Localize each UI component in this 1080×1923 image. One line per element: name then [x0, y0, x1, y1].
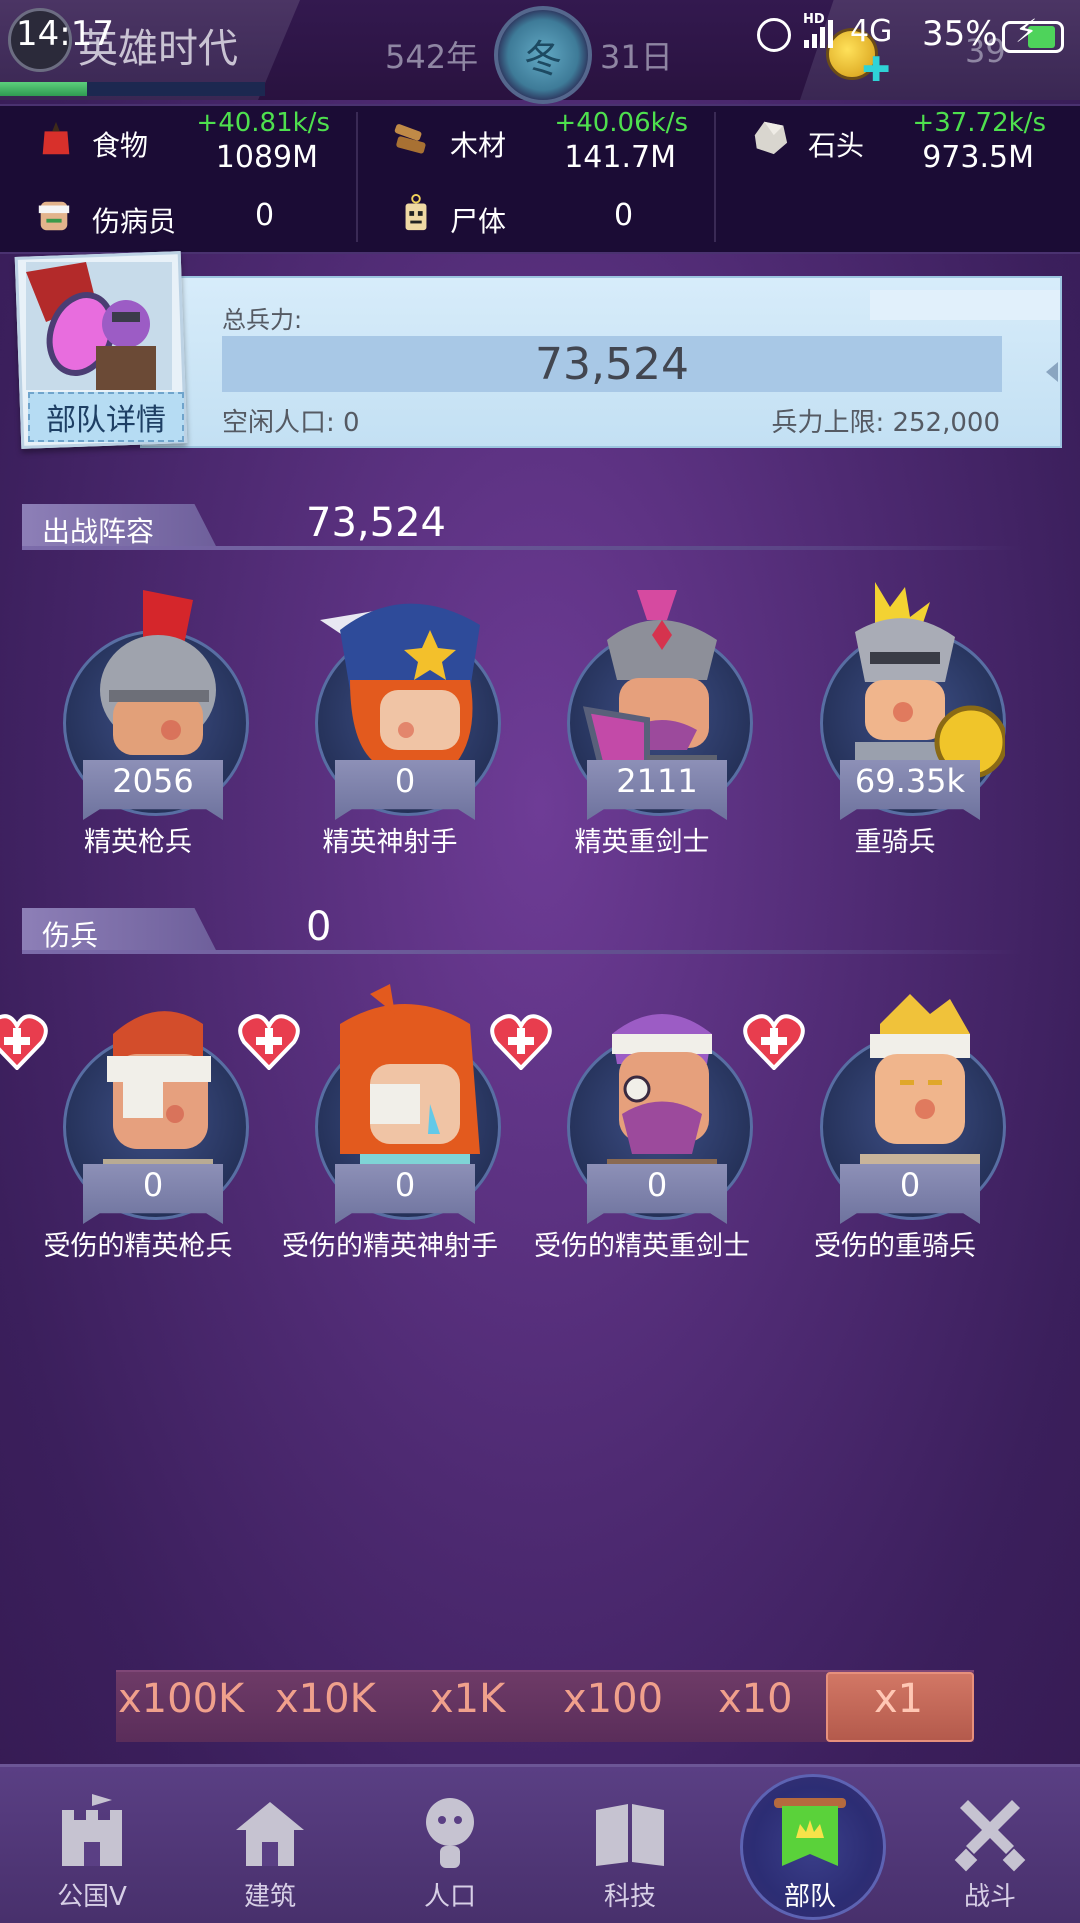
divider: [356, 112, 358, 242]
crossed-swords-icon: [954, 1800, 1026, 1872]
wounded-label: 伤病员: [92, 205, 177, 238]
unit-name: 受伤的精英神射手: [282, 1231, 498, 1262]
banner-icon: [774, 1798, 846, 1866]
nav-label: 战斗: [963, 1882, 1016, 1912]
corpse-value: 0: [614, 198, 634, 233]
deployed-value: 73,524: [306, 500, 446, 546]
unit-card-elite-spearman[interactable]: 2056 精英枪兵: [18, 590, 258, 900]
bandaged-face-icon: [38, 201, 70, 231]
house-icon: [236, 1802, 304, 1866]
multiplier-x1-button[interactable]: x1: [874, 1676, 923, 1722]
section-divider: [22, 546, 1022, 550]
status-time: 14:17: [16, 14, 114, 54]
season-label: 冬: [523, 36, 562, 81]
unit-name: 受伤的重骑兵: [814, 1231, 976, 1262]
idle-population: 空闲人口: 0: [222, 408, 360, 438]
network-type: 4G: [850, 14, 893, 49]
stone-value: 973.5M: [922, 140, 1034, 175]
heal-heart-icon[interactable]: [0, 1014, 48, 1070]
unit-card-elite-marksman[interactable]: 0 精英神射手: [270, 600, 510, 900]
multiplier-x10-button[interactable]: x10: [718, 1676, 793, 1722]
unit-card-heavy-cavalry[interactable]: 69.35k 重骑兵: [775, 582, 1015, 900]
year-label: 542年: [385, 38, 479, 76]
unit-card-wounded-marksman[interactable]: 0 受伤的精英神射手: [238, 984, 510, 1304]
heal-heart-icon[interactable]: [490, 1014, 552, 1070]
nav-battle[interactable]: 战斗: [900, 1764, 1080, 1920]
unit-card-wounded-spearman[interactable]: 0 受伤的精英枪兵: [0, 1004, 258, 1304]
nav-label: 人口: [423, 1882, 476, 1912]
total-troops-value: 73,524: [222, 336, 1002, 392]
multiplier-x1k-button[interactable]: x1K: [430, 1676, 505, 1722]
heal-heart-icon[interactable]: [238, 1014, 300, 1070]
nav-label: 部队: [783, 1882, 836, 1912]
corpse-label: 尸体: [450, 205, 507, 238]
alarm-icon: [757, 18, 791, 52]
wounded-title: 伤兵: [42, 919, 99, 952]
food-rate: +40.81k/s: [196, 108, 330, 138]
unit-card-elite-greatsword[interactable]: 2111 精英重剑士: [522, 590, 762, 900]
add-coin-icon[interactable]: ✚: [862, 50, 891, 90]
food-value: 1089M: [215, 140, 318, 175]
unit-name: 受伤的精英重剑士: [534, 1231, 750, 1262]
nav-troops[interactable]: 部队: [720, 1764, 900, 1920]
unit-name: 精英神射手: [322, 827, 458, 858]
stone-rate: +37.72k/s: [912, 108, 1046, 138]
total-troops-label: 总兵力:: [222, 306, 303, 334]
card-decoration: [870, 290, 1060, 320]
card-arrow-icon: [1046, 362, 1058, 382]
wounded-value: 0: [306, 904, 332, 950]
unit-name: 重骑兵: [854, 827, 936, 858]
nav-label: 科技: [603, 1882, 656, 1912]
xp-bar-fill: [0, 82, 88, 96]
unit-card-wounded-cavalry[interactable]: 0 受伤的重骑兵: [743, 994, 1015, 1304]
charging-icon: ⚡: [1015, 12, 1038, 50]
book-icon: [596, 1804, 664, 1866]
troop-limit: 兵力上限: 252,000: [771, 408, 1000, 438]
section-divider: [22, 950, 1022, 954]
person-icon: [426, 1798, 474, 1868]
unit-name: 受伤的精英枪兵: [43, 1231, 233, 1262]
battery-percent: 35%: [922, 14, 998, 54]
wounded-value: 0: [255, 198, 275, 233]
unit-card-wounded-greatsword[interactable]: 0 受伤的精英重剑士: [490, 1004, 762, 1304]
day-label: 31日: [600, 38, 673, 76]
apple-icon: [42, 121, 70, 155]
nav-population[interactable]: 人口: [360, 1764, 540, 1920]
hd-indicator: HD: [803, 12, 825, 27]
warrior-avatar-icon[interactable]: [26, 262, 172, 390]
divider: [714, 112, 716, 242]
season-badge[interactable]: 冬: [494, 6, 592, 104]
wood-value: 141.7M: [564, 140, 676, 175]
deployed-title: 出战阵容: [42, 515, 155, 548]
castle-icon: [62, 1794, 122, 1866]
multiplier-x10k-button[interactable]: x10K: [275, 1676, 376, 1722]
nav-technology[interactable]: 科技: [540, 1764, 720, 1920]
wood-rate: +40.06k/s: [554, 108, 688, 138]
unit-name: 精英重剑士: [574, 827, 710, 858]
multiplier-x100k-button[interactable]: x100K: [118, 1676, 244, 1722]
army-details-button[interactable]: 部队详情: [28, 392, 184, 442]
nav-buildings[interactable]: 建筑: [180, 1764, 360, 1920]
multiplier-x100-button[interactable]: x100: [563, 1676, 663, 1722]
wood-icon: [394, 124, 426, 154]
heal-heart-icon[interactable]: [743, 1014, 805, 1070]
nav-label: 建筑: [243, 1882, 296, 1912]
zombie-icon: [405, 194, 427, 231]
stone-icon: [754, 121, 788, 155]
nav-label: 公国V: [57, 1882, 127, 1912]
nav-principality[interactable]: 公国V: [2, 1764, 182, 1920]
unit-name: 精英枪兵: [84, 827, 192, 858]
